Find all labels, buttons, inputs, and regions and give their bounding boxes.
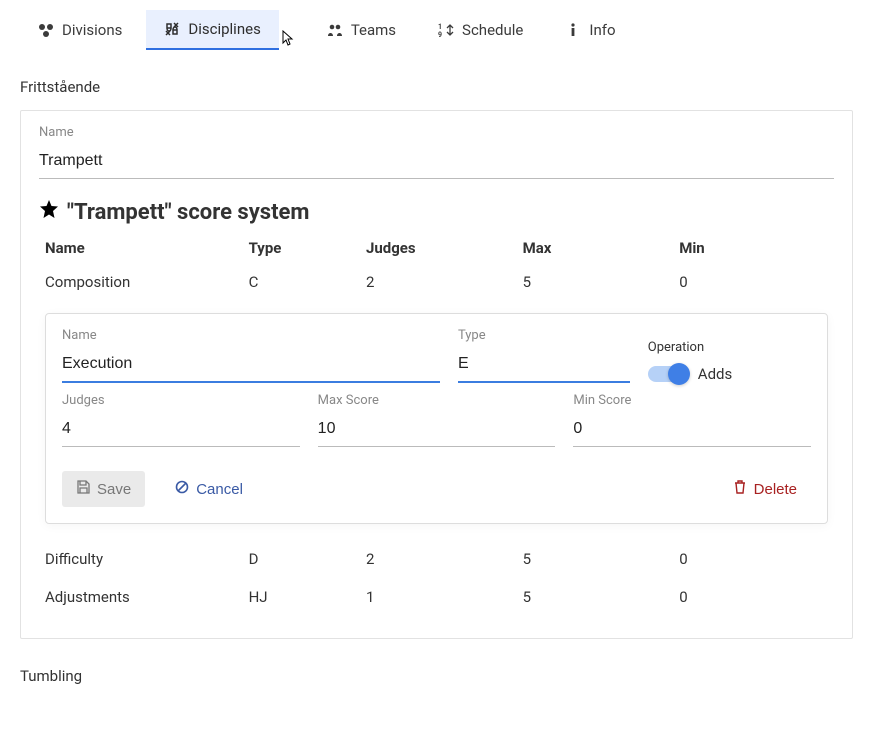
cell-min: 0 [679,588,828,606]
cursor-icon [277,30,295,54]
cell-max: 5 [523,273,680,291]
cell-type: C [249,273,366,291]
delete-button[interactable]: Delete [719,471,811,507]
tab-info[interactable]: Info [547,11,633,49]
ban-icon [175,480,189,498]
discipline-name-input[interactable] [39,146,834,179]
editor-type-label: Type [458,328,630,343]
info-icon [565,22,581,38]
svg-text:9: 9 [438,31,442,38]
tab-label: Divisions [62,21,122,39]
editor-operation-label: Operation [648,340,704,355]
svg-text:1: 1 [438,23,442,31]
editor-name-label: Name [62,328,440,343]
tab-label: Disciplines [188,20,260,38]
disciplines-icon [164,21,180,37]
editor-type-input[interactable] [458,349,630,383]
section-tumbling[interactable]: Tumbling [20,667,853,685]
score-table-header: Name Type Judges Max Min [39,233,834,263]
editor-min-input[interactable] [573,414,811,447]
cell-type: HJ [249,588,366,606]
tab-label: Schedule [462,21,523,39]
main-tabs: Divisions Disciplines Teams 19 Schedule … [20,10,853,50]
trash-icon [733,480,747,498]
tab-divisions[interactable]: Divisions [20,11,140,49]
discipline-card: Name "Trampett" score system Name Type J… [20,110,853,639]
editor-max-input[interactable] [318,414,556,447]
tab-disciplines[interactable]: Disciplines [146,10,278,50]
tab-schedule[interactable]: 19 Schedule [420,11,541,49]
cell-name: Adjustments [45,588,249,606]
cancel-label: Cancel [196,481,243,498]
schedule-icon: 19 [438,22,454,38]
col-judges: Judges [366,239,523,257]
cell-max: 5 [523,588,680,606]
tab-teams[interactable]: Teams [309,11,414,49]
section-frittstaende[interactable]: Frittstående [20,78,853,96]
save-icon [76,480,90,498]
tab-label: Info [589,21,615,39]
score-row-editor: Name Type Operation Adds Judges Max [45,313,828,524]
col-max: Max [523,239,680,257]
cell-name: Composition [45,273,249,291]
score-system-title-text: "Trampett" score system [67,200,310,225]
table-row[interactable]: Difficulty D 2 5 0 [39,540,834,578]
divisions-icon [38,22,54,38]
tab-label: Teams [351,21,396,39]
delete-label: Delete [754,481,797,498]
editor-max-label: Max Score [318,393,556,408]
editor-name-input[interactable] [62,349,440,383]
table-row[interactable]: Composition C 2 5 0 [39,263,834,301]
cell-judges: 2 [366,273,523,291]
editor-min-label: Min Score [573,393,811,408]
cancel-button[interactable]: Cancel [161,471,257,507]
score-system-title: "Trampett" score system [39,199,834,225]
cell-judges: 2 [366,550,523,568]
teams-icon [327,22,343,38]
col-type: Type [249,239,366,257]
save-button[interactable]: Save [62,471,145,507]
operation-value: Adds [698,365,732,383]
cell-max: 5 [523,550,680,568]
operation-toggle[interactable] [648,366,688,382]
cell-type: D [249,550,366,568]
editor-judges-input[interactable] [62,414,300,447]
name-label: Name [39,125,834,140]
save-label: Save [97,481,131,498]
col-name: Name [45,239,249,257]
col-min: Min [679,239,828,257]
cell-min: 0 [679,550,828,568]
cell-min: 0 [679,273,828,291]
cell-judges: 1 [366,588,523,606]
star-icon [39,199,59,225]
cell-name: Difficulty [45,550,249,568]
editor-judges-label: Judges [62,393,300,408]
table-row[interactable]: Adjustments HJ 1 5 0 [39,578,834,616]
